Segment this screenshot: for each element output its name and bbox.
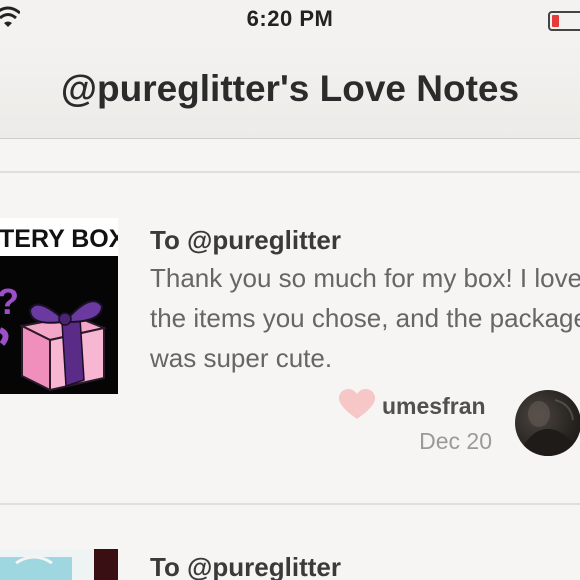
note-recipient[interactable]: To @pureglitter bbox=[150, 225, 341, 256]
page-title: @pureglitter's Love Notes bbox=[60, 68, 520, 109]
question-mark-icon: ? bbox=[0, 281, 19, 322]
image-caption: TERY BOX! bbox=[0, 225, 118, 253]
battery-icon bbox=[548, 11, 580, 31]
sender-name[interactable]: umesfran bbox=[382, 393, 486, 420]
status-time: 6:20 PM bbox=[246, 6, 334, 31]
avatar[interactable] bbox=[515, 390, 580, 456]
heart-icon[interactable] bbox=[339, 389, 375, 421]
note-image[interactable] bbox=[0, 549, 118, 580]
note-image[interactable]: TERY BOX! ? bbox=[0, 218, 118, 394]
note-card[interactable]: To @pureglitter bbox=[0, 505, 580, 580]
note-card[interactable]: TERY BOX! ? To @pureglitter Thank you so… bbox=[0, 173, 580, 503]
note-recipient[interactable]: To @pureglitter bbox=[150, 552, 341, 580]
note-message: Thank you so much for my box! I love the… bbox=[150, 263, 580, 373]
note-date: Dec 20 bbox=[419, 428, 492, 454]
status-bar: 6:20 PM bbox=[0, 0, 580, 38]
note-image-thumbnail bbox=[0, 549, 118, 580]
nav-header: @pureglitter's Love Notes bbox=[0, 38, 580, 139]
battery-level bbox=[552, 15, 559, 27]
mystery-box-image: TERY BOX! ? bbox=[0, 218, 118, 394]
avatar-photo bbox=[515, 399, 577, 456]
